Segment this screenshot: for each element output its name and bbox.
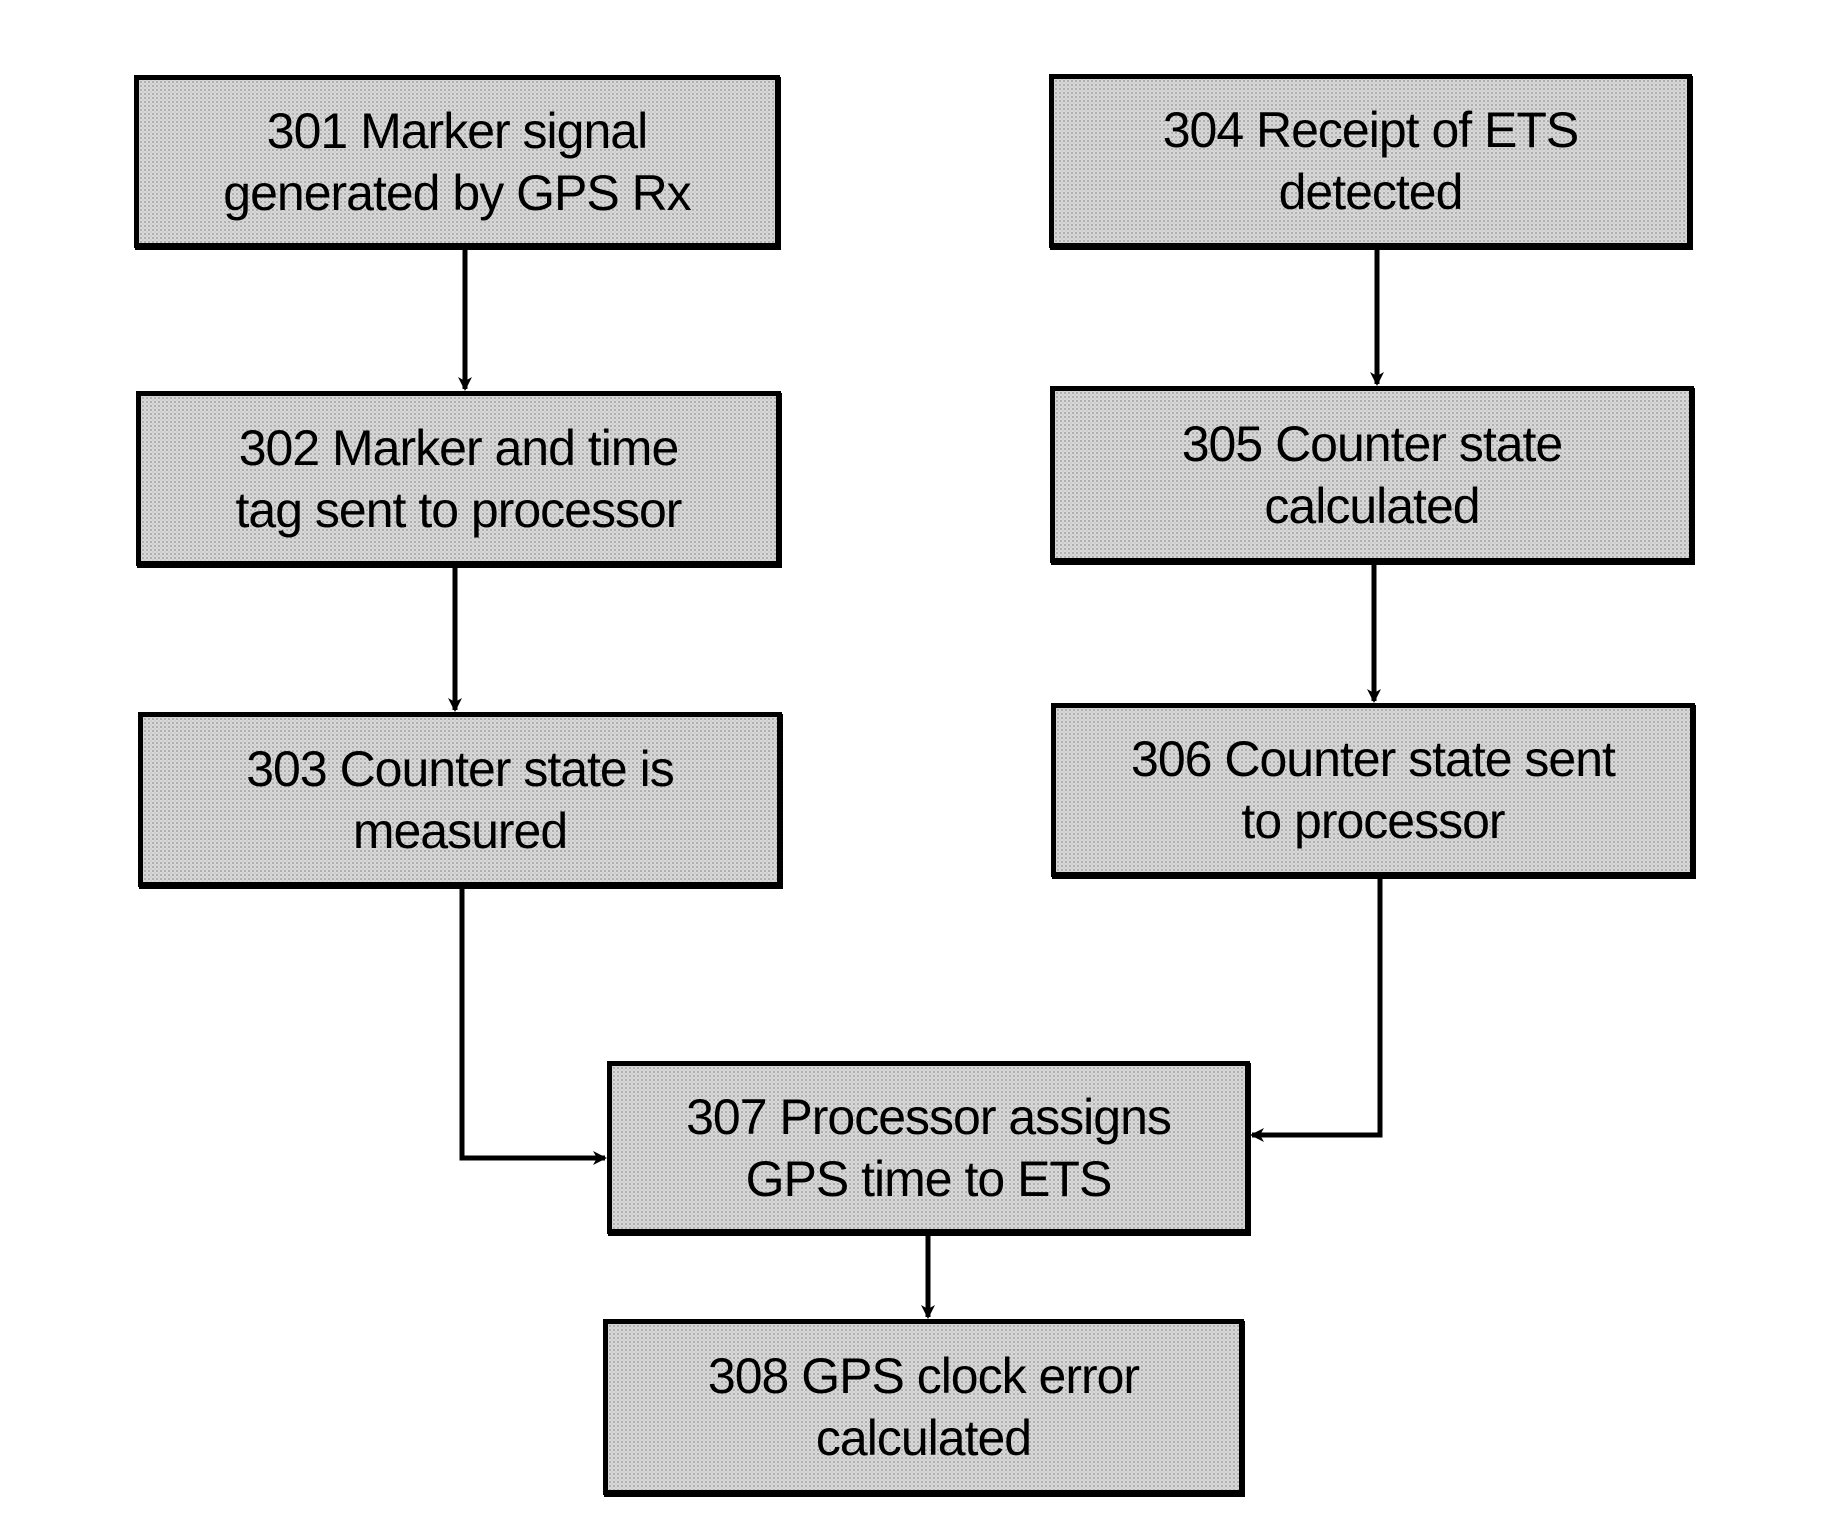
process-box-304: 304 Receipt of ETS detected: [1049, 74, 1692, 248]
box-label-308: 308 GPS clock error calculated: [707, 1348, 1140, 1466]
arrow-306-to-307: [1250, 877, 1383, 1142]
process-box-307: 307 Processor assigns GPS time to ETS: [607, 1061, 1250, 1234]
process-box-303: 303 Counter state is measured: [138, 712, 782, 887]
box-label-307: 307 Processor assigns GPS time to ETS: [686, 1088, 1172, 1207]
box-label-305: 305 Counter state calculated: [1181, 415, 1563, 534]
box-label-302: 302 Marker and time tag sent to processo…: [235, 419, 683, 538]
box-label-303: 303 Counter state is measured: [246, 740, 674, 859]
process-box-305: 305 Counter state calculated: [1050, 386, 1694, 563]
box-label-306: 306 Counter state sent to processor: [1131, 731, 1616, 849]
process-box-306: 306 Counter state sent to processor: [1051, 703, 1695, 877]
arrow-303-to-307: [459, 887, 607, 1165]
process-box-308: 308 GPS clock error calculated: [603, 1319, 1244, 1495]
process-box-302: 302 Marker and time tag sent to processo…: [136, 391, 781, 566]
flowchart-canvas: 301 Marker signal generated by GPS Rx 30…: [0, 0, 1834, 1540]
process-box-301: 301 Marker signal generated by GPS Rx: [134, 75, 780, 248]
box-label-304: 304 Receipt of ETS detected: [1162, 102, 1580, 220]
box-label-301: 301 Marker signal generated by GPS Rx: [223, 102, 691, 221]
